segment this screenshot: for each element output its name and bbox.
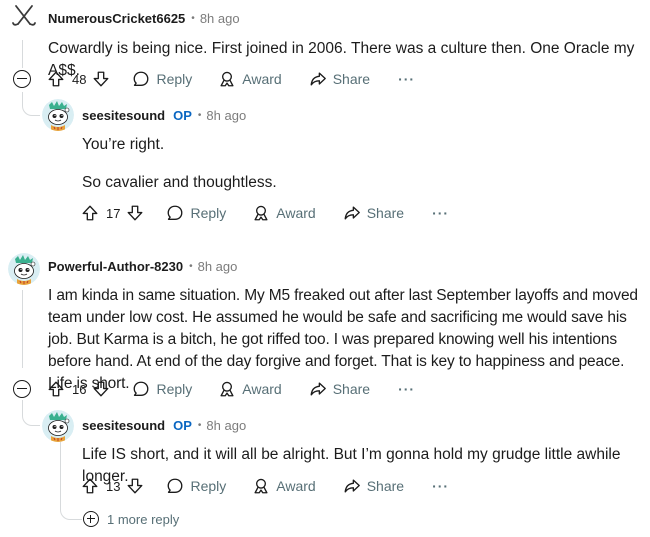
comment-text: You’re right. xyxy=(82,136,165,153)
thread-connector xyxy=(60,442,82,520)
more-options-button[interactable]: ··· xyxy=(432,478,449,494)
avatar[interactable] xyxy=(42,99,74,131)
snoo-avatar-icon xyxy=(42,99,74,131)
separator-dot: • xyxy=(191,13,195,24)
upvote-icon xyxy=(81,204,99,222)
thread-connector xyxy=(22,400,40,426)
award-icon xyxy=(218,70,236,88)
timestamp[interactable]: 8h ago xyxy=(206,418,246,433)
more-options-button[interactable]: ··· xyxy=(398,381,415,397)
comment-actions: 13 Reply Award Share ··· xyxy=(81,474,449,498)
upvote-button[interactable] xyxy=(47,70,65,88)
award-button[interactable]: Award xyxy=(218,70,282,88)
award-button[interactable]: Award xyxy=(218,380,282,398)
comment-actions: 17 Reply Award Share ··· xyxy=(81,201,449,225)
vote-count: 48 xyxy=(72,71,87,87)
snoo-avatar-icon xyxy=(42,410,74,442)
avatar[interactable] xyxy=(8,2,40,34)
more-replies-button[interactable]: 1 more reply xyxy=(83,511,179,527)
share-icon xyxy=(343,477,361,495)
separator-dot: • xyxy=(189,261,193,272)
award-button[interactable]: Award xyxy=(252,477,316,495)
upvote-icon xyxy=(81,477,99,495)
share-icon xyxy=(309,70,327,88)
reply-button[interactable]: Reply xyxy=(166,204,226,222)
timestamp[interactable]: 8h ago xyxy=(206,108,246,123)
downvote-button[interactable] xyxy=(92,380,110,398)
upvote-icon xyxy=(47,380,65,398)
collapse-thread-button[interactable] xyxy=(13,380,31,398)
timestamp[interactable]: 8h ago xyxy=(198,259,238,274)
downvote-icon xyxy=(92,70,110,88)
downvote-icon xyxy=(126,477,144,495)
crossed-sticks-icon xyxy=(8,2,40,34)
upvote-icon xyxy=(47,70,65,88)
award-button[interactable]: Award xyxy=(252,204,316,222)
upvote-button[interactable] xyxy=(47,380,65,398)
thread-connector xyxy=(22,92,40,116)
downvote-button[interactable] xyxy=(126,204,144,222)
op-badge: OP xyxy=(173,418,192,433)
award-icon xyxy=(218,380,236,398)
reply-bubble-icon xyxy=(132,70,150,88)
reply-bubble-icon xyxy=(132,380,150,398)
avatar[interactable] xyxy=(42,410,74,442)
collapse-thread-button[interactable] xyxy=(13,70,31,88)
username[interactable]: seesitesound xyxy=(82,108,165,123)
reply-button[interactable]: Reply xyxy=(132,70,192,88)
share-button[interactable]: Share xyxy=(343,477,404,495)
comment-text: So cavalier and thoughtless. xyxy=(82,174,277,191)
username[interactable]: NumerousCricket6625 xyxy=(48,11,185,26)
reply-bubble-icon xyxy=(166,204,184,222)
comment-body: You’re right. So cavalier and thoughtles… xyxy=(82,134,632,194)
share-button[interactable]: Share xyxy=(309,380,370,398)
downvote-button[interactable] xyxy=(92,70,110,88)
award-icon xyxy=(252,204,270,222)
comment-actions: 48 Reply Award Share ··· xyxy=(47,67,415,91)
avatar[interactable] xyxy=(8,253,40,285)
more-options-button[interactable]: ··· xyxy=(398,71,415,87)
thread-line xyxy=(22,290,23,368)
share-button[interactable]: Share xyxy=(343,204,404,222)
more-replies-label: 1 more reply xyxy=(107,511,180,527)
username[interactable]: Powerful-Author-8230 xyxy=(48,259,183,274)
share-button[interactable]: Share xyxy=(309,70,370,88)
separator-dot: • xyxy=(197,110,202,121)
downvote-icon xyxy=(126,204,144,222)
vote-count: 13 xyxy=(106,478,121,494)
comment-actions: 16 Reply Award Share ··· xyxy=(47,377,415,401)
downvote-button[interactable] xyxy=(126,477,144,495)
snoo-avatar-icon xyxy=(8,253,40,285)
thread-line xyxy=(22,40,23,68)
more-options-button[interactable]: ··· xyxy=(432,205,449,221)
separator-dot: • xyxy=(197,420,202,431)
downvote-icon xyxy=(92,380,110,398)
share-icon xyxy=(343,204,361,222)
plus-circle-icon xyxy=(83,511,99,527)
share-icon xyxy=(309,380,327,398)
vote-count: 17 xyxy=(106,205,121,221)
reply-button[interactable]: Reply xyxy=(132,380,192,398)
op-badge: OP xyxy=(173,108,192,123)
award-icon xyxy=(252,477,270,495)
vote-count: 16 xyxy=(72,381,87,397)
reply-button[interactable]: Reply xyxy=(166,477,226,495)
username[interactable]: seesitesound xyxy=(82,418,165,433)
timestamp[interactable]: 8h ago xyxy=(200,11,240,26)
upvote-button[interactable] xyxy=(81,204,99,222)
upvote-button[interactable] xyxy=(81,477,99,495)
reply-bubble-icon xyxy=(166,477,184,495)
